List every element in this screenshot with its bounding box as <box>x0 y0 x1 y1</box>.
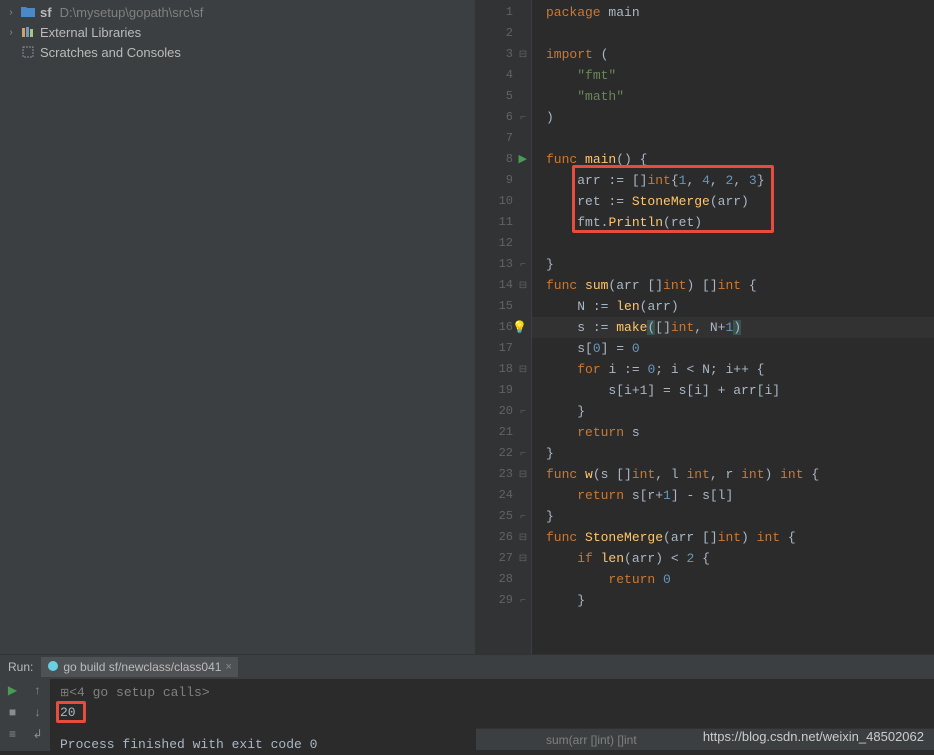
layout-button[interactable]: ≡ <box>4 725 22 743</box>
chevron-right-icon[interactable]: › <box>6 27 16 38</box>
line-number: 26 <box>489 527 513 548</box>
fold-minus-icon[interactable]: ⊟ <box>517 275 529 296</box>
fold-minus-icon[interactable]: ⊟ <box>517 464 529 485</box>
line-number: 24 <box>489 485 513 506</box>
fold-end-icon: ⌐ <box>517 590 529 611</box>
code-editor[interactable]: 1 2 3 ⊟ 4 5 6 ⌐ 7 8 ▶ 9 10 11 12 13 ⌐ 14… <box>476 0 934 654</box>
line-number: 21 <box>489 422 513 443</box>
code-token: s[i+1] = s[i] + arr[i] <box>608 383 780 398</box>
console-line: ⊞<4 go setup calls> <box>60 683 924 703</box>
close-icon[interactable]: × <box>225 661 231 673</box>
scratches-row[interactable]: Scratches and Consoles <box>0 42 475 62</box>
stop-button[interactable]: ■ <box>4 703 22 721</box>
line-number: 2 <box>489 23 513 44</box>
code-token: } <box>546 446 554 461</box>
line-number: 7 <box>489 128 513 149</box>
line-number: 20 <box>489 401 513 422</box>
line-number: 11 <box>489 212 513 233</box>
run-tab-label: go build sf/newclass/class041 <box>63 660 221 674</box>
line-number: 12 <box>489 233 513 254</box>
code-token: "math" <box>577 89 624 104</box>
fold-end-icon: ⌐ <box>517 443 529 464</box>
project-root-name: sf <box>40 5 52 20</box>
line-number: 1 <box>489 2 513 23</box>
run-sidebar: ▶ ■ ≡ ↑ ↓ ↲ <box>0 679 50 751</box>
project-tree-panel: › sf D:\mysetup\gopath\src\sf › External… <box>0 0 476 654</box>
code-token: "fmt" <box>577 68 616 83</box>
line-number: 3 <box>489 44 513 65</box>
chevron-right-icon[interactable]: › <box>6 7 16 18</box>
run-panel-header: Run: go build sf/newclass/class041 × <box>0 655 934 679</box>
editor-gutter: 1 2 3 ⊟ 4 5 6 ⌐ 7 8 ▶ 9 10 11 12 13 ⌐ 14… <box>476 0 532 654</box>
external-libraries-row[interactable]: › External Libraries <box>0 22 475 42</box>
code-token: } <box>577 593 585 608</box>
line-number: 14 <box>489 275 513 296</box>
line-number: 15 <box>489 296 513 317</box>
line-number: 18 <box>489 359 513 380</box>
console-output-value: 20 <box>60 703 924 723</box>
rerun-button[interactable]: ▶ <box>4 681 22 699</box>
fold-minus-icon[interactable]: ⊟ <box>517 527 529 548</box>
fold-end-icon: ⌐ <box>517 254 529 275</box>
scroll-down-button[interactable]: ↓ <box>29 703 47 721</box>
folder-icon <box>20 4 36 20</box>
line-number: 13 <box>489 254 513 275</box>
line-number: 23 <box>489 464 513 485</box>
fold-minus-icon[interactable]: ⊟ <box>517 44 529 65</box>
project-root-path: D:\mysetup\gopath\src\sf <box>60 5 204 20</box>
line-number: 27 <box>489 548 513 569</box>
soft-wrap-button[interactable]: ↲ <box>29 725 47 743</box>
run-panel-label: Run: <box>8 660 33 674</box>
line-number: 25 <box>489 506 513 527</box>
run-config-tab[interactable]: go build sf/newclass/class041 × <box>41 657 238 677</box>
line-number: 29 <box>489 590 513 611</box>
libraries-icon <box>20 24 36 40</box>
line-number: 16 <box>489 317 513 338</box>
line-number: 8 <box>489 149 513 170</box>
scroll-up-button[interactable]: ↑ <box>29 681 47 699</box>
watermark-text: https://blog.csdn.net/weixin_48502062 <box>703 729 924 744</box>
line-number: 28 <box>489 569 513 590</box>
run-gutter-icon[interactable]: ▶ <box>519 149 527 170</box>
code-token: } <box>546 257 554 272</box>
line-number: 17 <box>489 338 513 359</box>
code-content[interactable]: package main import ( "fmt" "math" ) fun… <box>532 0 934 654</box>
line-number: 9 <box>489 170 513 191</box>
go-icon <box>47 660 59 675</box>
code-token: } <box>577 404 585 419</box>
fold-minus-icon[interactable]: ⊟ <box>517 548 529 569</box>
line-number: 19 <box>489 380 513 401</box>
project-root-row[interactable]: › sf D:\mysetup\gopath\src\sf <box>0 2 475 22</box>
external-libraries-label: External Libraries <box>40 25 141 40</box>
fold-end-icon: ⌐ <box>517 401 529 422</box>
code-token: ) <box>546 110 554 125</box>
line-number: 4 <box>489 65 513 86</box>
line-number: 6 <box>489 107 513 128</box>
line-number: 5 <box>489 86 513 107</box>
scratches-icon <box>20 44 36 60</box>
fold-end-icon: ⌐ <box>517 506 529 527</box>
lightbulb-icon[interactable]: 💡 <box>512 317 527 338</box>
scratches-label: Scratches and Consoles <box>40 45 181 60</box>
line-number: 10 <box>489 191 513 212</box>
line-number: 22 <box>489 443 513 464</box>
fold-minus-icon[interactable]: ⊟ <box>517 359 529 380</box>
fold-end-icon: ⌐ <box>517 107 529 128</box>
code-token: } <box>546 509 554 524</box>
